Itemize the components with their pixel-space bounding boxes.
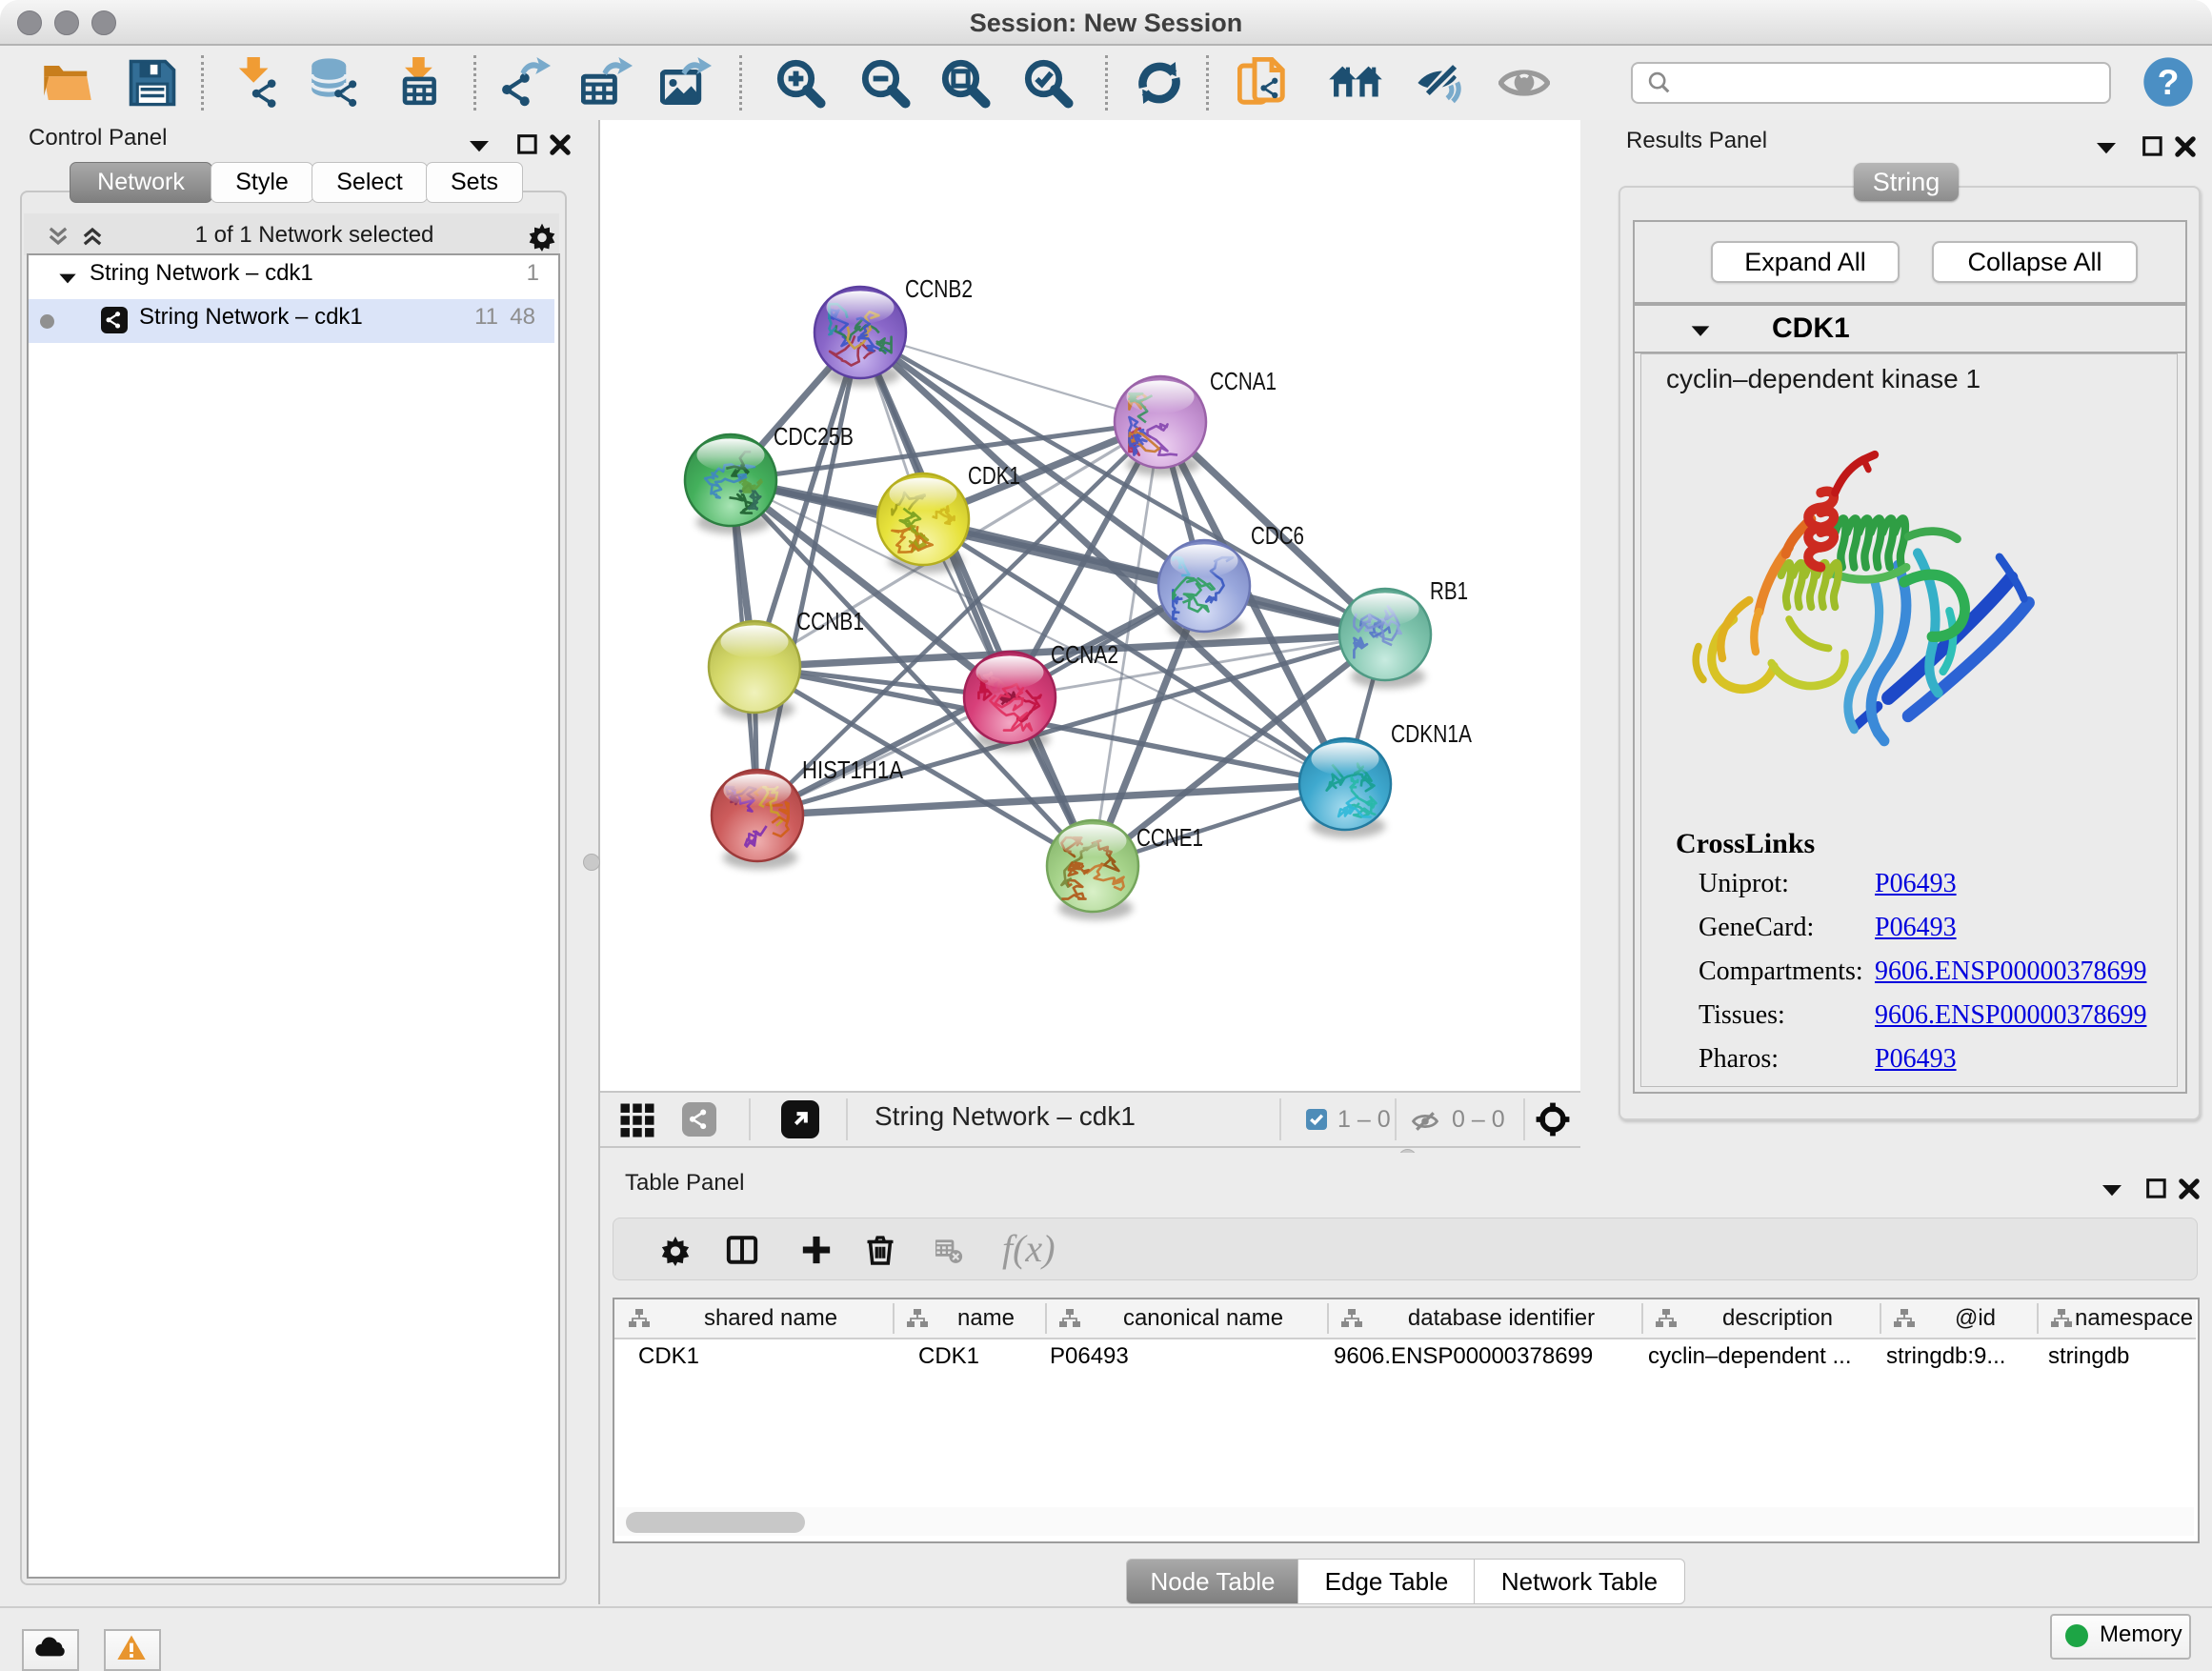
svg-text:CDC6: CDC6 <box>1251 521 1304 550</box>
svg-text:CDKN1A: CDKN1A <box>1391 719 1473 748</box>
svg-text:CDK1: CDK1 <box>968 461 1020 490</box>
svg-text:CCNB2: CCNB2 <box>905 274 973 303</box>
svg-text:HIST1H1A: HIST1H1A <box>802 755 904 784</box>
svg-text:RB1: RB1 <box>1430 576 1468 605</box>
svg-text:CCNE1: CCNE1 <box>1136 823 1203 852</box>
svg-text:CCNB1: CCNB1 <box>796 607 864 635</box>
svg-text:?: ? <box>2158 62 2180 102</box>
svg-text:CDC25B: CDC25B <box>774 422 854 451</box>
svg-text:CCNA1: CCNA1 <box>1210 367 1277 395</box>
svg-text:CCNA2: CCNA2 <box>1051 640 1118 669</box>
